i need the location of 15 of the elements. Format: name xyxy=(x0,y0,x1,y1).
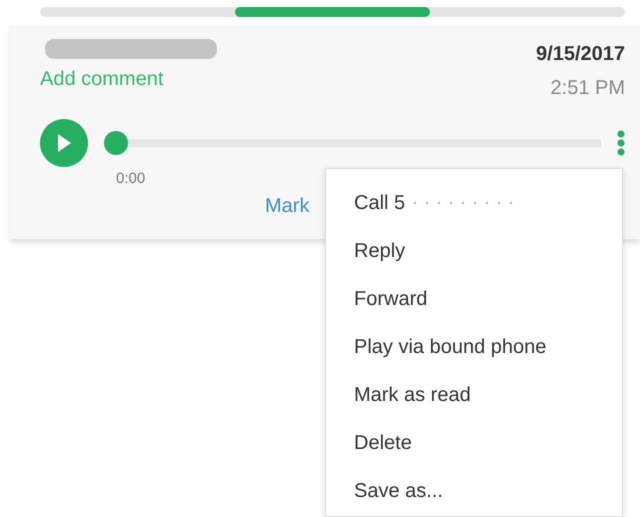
menu-item[interactable]: Forward xyxy=(326,275,622,323)
kebab-menu-icon[interactable] xyxy=(617,130,625,156)
menu-item[interactable]: Reply xyxy=(326,227,622,275)
message-time: 2:51 PM xyxy=(550,76,625,101)
message-date: 9/15/2017 xyxy=(536,42,625,67)
menu-item[interactable]: Save as... xyxy=(326,467,622,515)
menu-item[interactable]: Play via bound phone xyxy=(326,323,622,371)
play-icon xyxy=(56,133,72,153)
playback-thumb[interactable] xyxy=(104,131,128,155)
menu-item[interactable]: Mark as read xyxy=(326,371,622,419)
menu-item[interactable]: Call 5 xyxy=(326,179,622,227)
elapsed-time: 0:00 xyxy=(116,170,146,187)
play-button[interactable] xyxy=(40,119,88,167)
menu-item[interactable]: Delete xyxy=(326,419,622,467)
scrollbar-drawing[interactable] xyxy=(40,7,625,17)
